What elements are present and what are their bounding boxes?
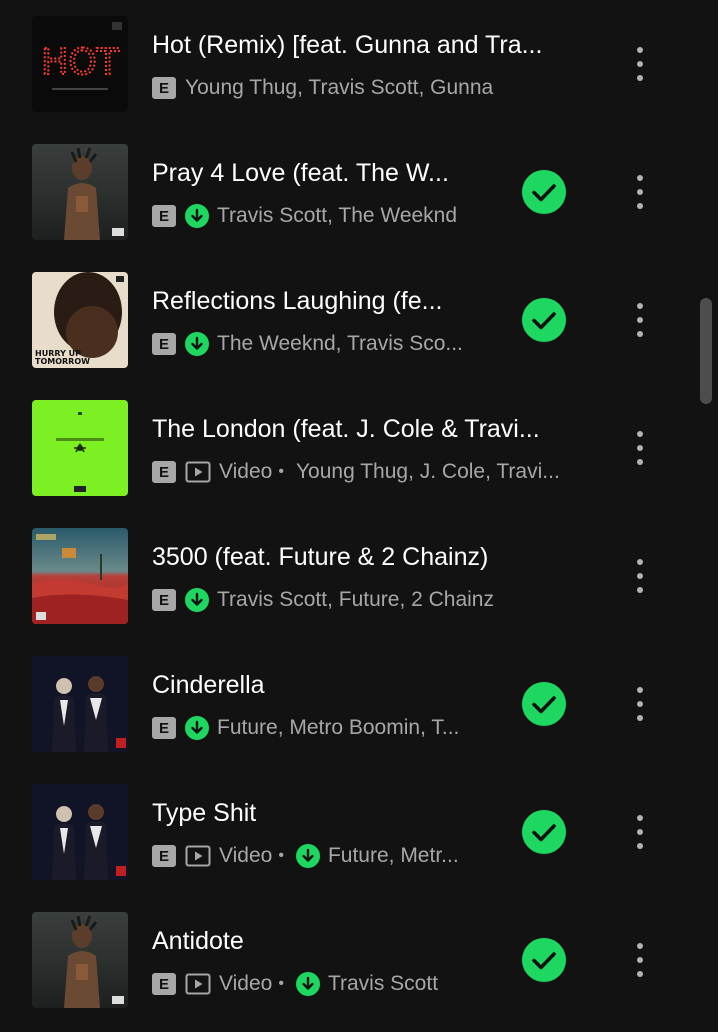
- explicit-badge: E: [152, 205, 176, 227]
- more-options-icon[interactable]: [624, 680, 656, 728]
- track-list: HOT Hot (Remix) [feat. Gunna and Tra... …: [0, 0, 718, 1032]
- track-row-type-shit[interactable]: Type Shit E Video • Future, Metr...: [0, 768, 718, 896]
- video-label: Video: [219, 460, 273, 483]
- explicit-badge: E: [152, 333, 176, 355]
- meta-separator: •: [278, 847, 284, 864]
- album-art: [32, 400, 128, 496]
- meta-separator: •: [278, 975, 284, 992]
- saved-check-icon[interactable]: [522, 298, 566, 342]
- track-title: Type Shit: [152, 799, 257, 827]
- more-options-icon[interactable]: [624, 296, 656, 344]
- meta-separator: •: [278, 463, 284, 480]
- video-icon: [185, 973, 211, 995]
- album-art: [32, 656, 128, 752]
- track-artists: Travis Scott, The Weeknd: [217, 204, 458, 227]
- explicit-badge: E: [152, 717, 176, 739]
- explicit-badge: E: [152, 77, 176, 99]
- track-artists: Young Thug, Travis Scott, Gunna: [185, 76, 494, 99]
- track-title: Reflections Laughing (fe...: [152, 287, 443, 315]
- saved-check-icon[interactable]: [522, 938, 566, 982]
- saved-check-icon[interactable]: [522, 170, 566, 214]
- track-meta: E The Weeknd, Travis Sco...: [152, 329, 463, 359]
- track-row-antidote[interactable]: Antidote E Video • Travis Scott: [0, 896, 718, 1024]
- video-label: Video: [219, 972, 273, 995]
- scrollbar-thumb[interactable]: [700, 298, 712, 404]
- track-title: The London (feat. J. Cole & Travi...: [152, 415, 540, 443]
- track-meta: E Video • Travis Scott: [152, 969, 438, 999]
- more-options-icon[interactable]: [624, 168, 656, 216]
- track-meta: E Future, Metro Boomin, T...: [152, 713, 459, 743]
- more-options-icon[interactable]: [624, 552, 656, 600]
- track-title: Cinderella: [152, 671, 265, 699]
- track-title: Hot (Remix) [feat. Gunna and Tra...: [152, 31, 543, 59]
- album-art: [32, 528, 128, 624]
- downloaded-icon: [185, 204, 209, 228]
- saved-check-icon[interactable]: [522, 682, 566, 726]
- downloaded-icon: [185, 588, 209, 612]
- track-row-pray-4-love[interactable]: Pray 4 Love (feat. The W... E Travis Sco…: [0, 128, 718, 256]
- track-artists: Future, Metro Boomin, T...: [217, 716, 460, 739]
- track-meta: E Travis Scott, Future, 2 Chainz: [152, 585, 494, 615]
- track-title: Pray 4 Love (feat. The W...: [152, 159, 449, 187]
- track-row-the-london[interactable]: The London (feat. J. Cole & Travi... E V…: [0, 384, 718, 512]
- explicit-badge: E: [152, 589, 176, 611]
- track-row-cinderella[interactable]: Cinderella E Future, Metro Boomin, T...: [0, 640, 718, 768]
- album-art: HURRY UP TOMORROW: [32, 272, 128, 368]
- downloaded-icon: [295, 844, 320, 868]
- downloaded-icon: [185, 332, 209, 356]
- track-meta: E Travis Scott, The Weeknd: [152, 201, 457, 231]
- video-label: Video: [219, 844, 273, 867]
- explicit-badge: E: [152, 461, 176, 483]
- saved-check-icon[interactable]: [522, 810, 566, 854]
- album-art-text: HOT: [41, 42, 119, 83]
- album-art: [32, 784, 128, 880]
- track-row-reflections-laughing[interactable]: HURRY UP TOMORROW Reflections Laughing (…: [0, 256, 718, 384]
- album-art: [32, 144, 128, 240]
- track-artists: Future, Metr...: [327, 844, 459, 867]
- more-options-icon[interactable]: [624, 936, 656, 984]
- track-meta: E Video • Future, Metr...: [152, 841, 459, 871]
- more-options-icon[interactable]: [624, 424, 656, 472]
- track-artists: Travis Scott, Future, 2 Chainz: [217, 588, 494, 611]
- track-row-hot-remix[interactable]: HOT Hot (Remix) [feat. Gunna and Tra... …: [0, 0, 718, 128]
- album-art-text: TOMORROW: [35, 357, 90, 366]
- downloaded-icon: [295, 972, 320, 996]
- album-art: [32, 912, 128, 1008]
- downloaded-icon: [185, 716, 209, 740]
- track-title: 3500 (feat. Future & 2 Chainz): [152, 543, 489, 571]
- explicit-badge: E: [152, 845, 176, 867]
- explicit-badge: E: [152, 973, 176, 995]
- video-icon: [185, 845, 211, 867]
- track-title: Antidote: [152, 927, 244, 955]
- track-meta: E Young Thug, Travis Scott, Gunna: [152, 73, 493, 103]
- track-artists: Travis Scott: [327, 972, 439, 995]
- track-meta: E Video • Young Thug, J. Cole, Travi...: [152, 457, 560, 487]
- track-artists: Young Thug, J. Cole, Travi...: [295, 460, 560, 483]
- more-options-icon[interactable]: [624, 40, 656, 88]
- album-art: HOT: [32, 16, 128, 112]
- track-artists: The Weeknd, Travis Sco...: [217, 332, 463, 355]
- video-icon: [185, 461, 211, 483]
- track-row-3500[interactable]: 3500 (feat. Future & 2 Chainz) E Travis …: [0, 512, 718, 640]
- more-options-icon[interactable]: [624, 808, 656, 856]
